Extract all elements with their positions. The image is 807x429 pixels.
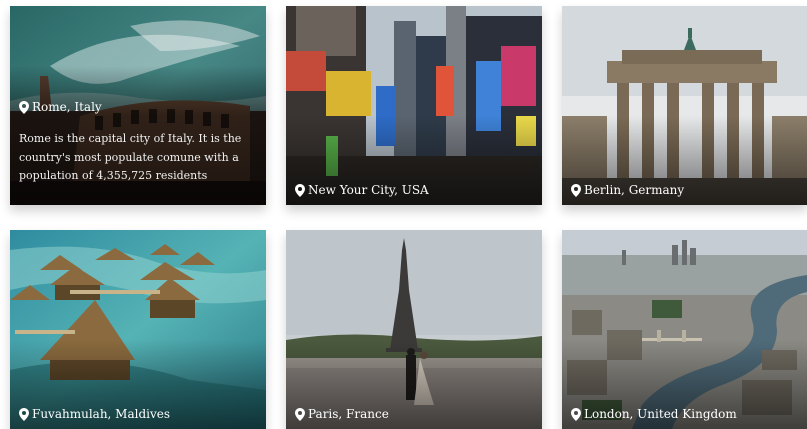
map-pin-icon [295, 407, 305, 421]
card-location: Paris, France [308, 407, 389, 421]
map-pin-icon [19, 407, 29, 421]
map-pin-icon [295, 183, 305, 197]
card-caption: Rome, Italy [19, 100, 260, 114]
card-location: New Your City, USA [308, 183, 429, 197]
map-pin-icon [571, 183, 581, 197]
card-location: Rome, Italy [32, 100, 102, 114]
destination-card-new-york[interactable]: New Your City, USA [286, 6, 542, 205]
card-caption: Fuvahmulah, Maldives [19, 407, 260, 421]
destination-card-rome[interactable]: Rome, Italy Rome is the capital city of … [10, 6, 266, 205]
card-description: Rome is the capital city of Italy. It is… [19, 132, 242, 182]
image-overlay [562, 6, 807, 205]
card-caption: Berlin, Germany [571, 183, 801, 197]
map-pin-icon [19, 100, 29, 114]
card-caption: New Your City, USA [295, 183, 536, 197]
card-location: Berlin, Germany [584, 183, 685, 197]
image-overlay [10, 230, 266, 429]
card-location: Fuvahmulah, Maldives [32, 407, 171, 421]
destination-card-berlin[interactable]: Berlin, Germany [562, 6, 807, 205]
image-overlay [286, 6, 542, 205]
card-caption: Paris, France [295, 407, 536, 421]
destination-card-maldives[interactable]: Fuvahmulah, Maldives [10, 230, 266, 429]
image-overlay [562, 230, 807, 429]
card-caption: London, United Kingdom [571, 407, 801, 421]
map-pin-icon [571, 407, 581, 421]
card-location: London, United Kingdom [584, 407, 737, 421]
destination-card-paris[interactable]: Paris, France [286, 230, 542, 429]
destination-card-london[interactable]: London, United Kingdom [562, 230, 807, 429]
image-overlay [286, 230, 542, 429]
